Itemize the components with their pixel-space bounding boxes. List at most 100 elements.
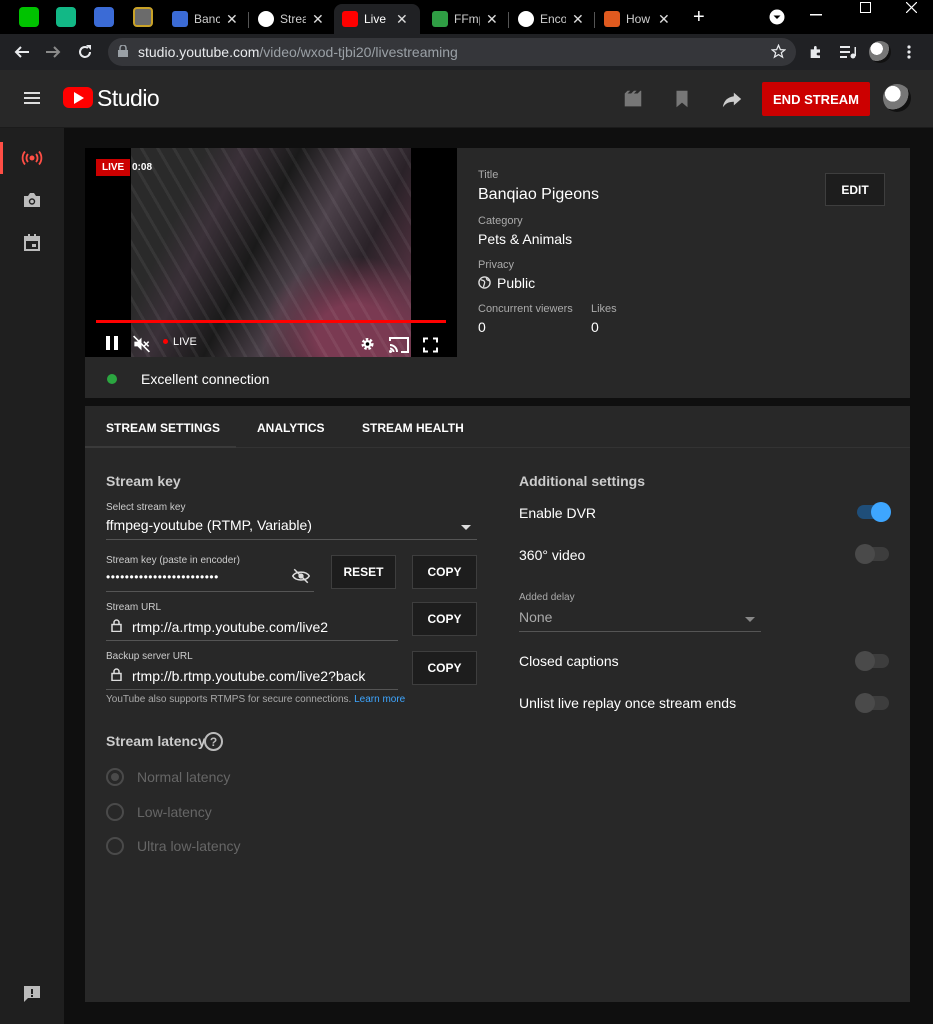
toggle-knob (871, 502, 891, 522)
nav-item-manage[interactable] (0, 220, 64, 264)
line-app-icon[interactable] (19, 7, 39, 27)
tab-stream-settings[interactable]: STREAM SETTINGS (106, 421, 220, 435)
browser-tab-5[interactable]: Enco ✕ (510, 4, 584, 34)
live-label: LIVE (173, 336, 197, 348)
rtmps-note: YouTube also supports RTMPS for secure c… (106, 694, 406, 705)
live-indicator-dot (163, 339, 168, 344)
copy-stream-key-button[interactable]: COPY (412, 555, 477, 589)
normal-latency-label: Normal latency (137, 769, 231, 785)
extensions-icon[interactable] (808, 44, 824, 60)
browser-tab-4[interactable]: FFmp ✕ (424, 4, 498, 34)
learn-more-link[interactable]: Learn more (354, 694, 405, 705)
stream-key-select[interactable]: ffmpeg-youtube (RTMP, Variable) (106, 517, 312, 533)
left-nav (0, 128, 64, 1024)
close-icon[interactable]: ✕ (312, 11, 324, 28)
concurrent-viewers-value: 0 (478, 319, 486, 335)
stream-key-label: Stream key (paste in encoder) (106, 555, 240, 566)
nav-item-stream[interactable] (0, 136, 64, 180)
added-delay-select[interactable]: None (519, 609, 552, 625)
mastodon-icon[interactable] (94, 7, 114, 27)
menu-icon[interactable] (24, 92, 40, 104)
closed-captions-toggle[interactable] (855, 651, 889, 671)
stream-key-underline (106, 591, 314, 592)
sync-app-icon[interactable] (56, 7, 76, 27)
enable-dvr-toggle[interactable] (857, 502, 891, 522)
window-close-icon[interactable] (906, 2, 917, 13)
close-icon[interactable]: ✕ (396, 11, 408, 28)
address-bar[interactable]: studio.youtube.com/video/wxod-tjbi20/liv… (108, 38, 796, 66)
copy-backup-url-button[interactable]: COPY (412, 651, 477, 685)
stream-settings-panel: STREAM SETTINGS ANALYTICS STREAM HEALTH … (85, 406, 910, 1002)
browser-toolbar: studio.youtube.com/video/wxod-tjbi20/liv… (0, 34, 933, 70)
added-delay-label: Added delay (519, 592, 575, 603)
help-icon[interactable]: ? (204, 732, 223, 751)
maximize-icon[interactable] (860, 2, 871, 13)
youtube-logo-icon[interactable] (63, 87, 93, 108)
dropdown-arrow-icon[interactable] (745, 617, 755, 622)
calendar-icon (24, 233, 40, 251)
bookmark-star-icon[interactable] (771, 44, 786, 59)
360-video-toggle[interactable] (855, 544, 889, 564)
profile-avatar[interactable] (869, 41, 891, 63)
reload-icon[interactable] (77, 44, 93, 60)
close-icon[interactable]: ✕ (658, 11, 670, 28)
browser-tab-6[interactable]: How ✕ (596, 4, 670, 34)
lock-icon (118, 45, 128, 57)
media-control-icon[interactable] (840, 44, 856, 60)
close-icon[interactable]: ✕ (572, 11, 584, 28)
elapsed-time: 0:08 (132, 162, 153, 173)
radio-ultra-low-latency[interactable] (106, 837, 124, 855)
mute-icon[interactable] (132, 334, 151, 354)
copy-stream-url-button[interactable]: COPY (412, 602, 477, 636)
stream-title: Banqiao Pigeons (478, 186, 599, 203)
back-icon[interactable] (14, 44, 30, 60)
studio-logo-text[interactable]: Studio (97, 85, 160, 112)
dropdown-arrow-icon[interactable] (461, 525, 471, 530)
share-icon[interactable] (721, 88, 743, 110)
browser-tab-3-active[interactable]: Live ✕ (334, 4, 420, 34)
reset-button[interactable]: RESET (331, 555, 396, 589)
tab-analytics[interactable]: ANALYTICS (257, 421, 325, 435)
backup-url-field[interactable]: rtmp://b.rtmp.youtube.com/live2?back (132, 668, 374, 684)
send-feedback-icon[interactable] (22, 984, 42, 1004)
stream-url-underline (106, 640, 398, 641)
edit-button[interactable]: EDIT (825, 173, 885, 206)
account-avatar[interactable] (883, 84, 911, 112)
new-tab-button[interactable]: + (693, 6, 705, 29)
radio-normal-latency[interactable] (106, 768, 124, 786)
tab-search-icon[interactable] (769, 9, 785, 25)
progress-bar[interactable] (96, 320, 446, 323)
close-icon[interactable]: ✕ (486, 11, 498, 28)
browser-menu-icon[interactable] (906, 44, 912, 60)
select-underline (106, 539, 477, 540)
tab-title: Enco (540, 12, 566, 26)
clapperboard-icon[interactable] (622, 88, 644, 110)
tab-title: Strea (280, 12, 306, 26)
app-icon[interactable] (133, 7, 153, 27)
pause-icon[interactable] (105, 335, 119, 355)
minimize-icon[interactable] (810, 14, 822, 16)
stream-url-label: Stream URL (106, 602, 162, 613)
stream-key-field[interactable]: •••••••••••••••••••••••• (106, 570, 219, 584)
category-label: Category (478, 215, 523, 227)
browser-tab-2[interactable]: Strea ✕ (250, 4, 324, 34)
radio-low-latency[interactable] (106, 803, 124, 821)
hide-visibility-icon[interactable] (292, 568, 310, 584)
nav-item-webcam[interactable] (0, 178, 64, 222)
unlist-replay-toggle[interactable] (855, 693, 889, 713)
delay-underline (519, 631, 761, 632)
forward-icon[interactable] (45, 44, 61, 60)
active-tab-indicator (85, 446, 236, 448)
tab-title: Live (364, 12, 387, 26)
close-icon[interactable]: ✕ (226, 11, 238, 28)
stream-url-field[interactable]: rtmp://a.rtmp.youtube.com/live2 (132, 619, 328, 635)
settings-gear-icon[interactable] (359, 334, 376, 354)
lock-icon (111, 619, 122, 632)
cast-icon[interactable] (389, 335, 409, 355)
video-player[interactable]: LIVE 0:08 LIVE (85, 148, 457, 357)
fullscreen-icon[interactable] (423, 335, 438, 355)
browser-tab-1[interactable]: Banc ✕ (164, 4, 238, 34)
bookmark-icon[interactable] (671, 88, 693, 110)
tab-stream-health[interactable]: STREAM HEALTH (362, 421, 464, 435)
end-stream-button[interactable]: END STREAM (762, 82, 870, 116)
